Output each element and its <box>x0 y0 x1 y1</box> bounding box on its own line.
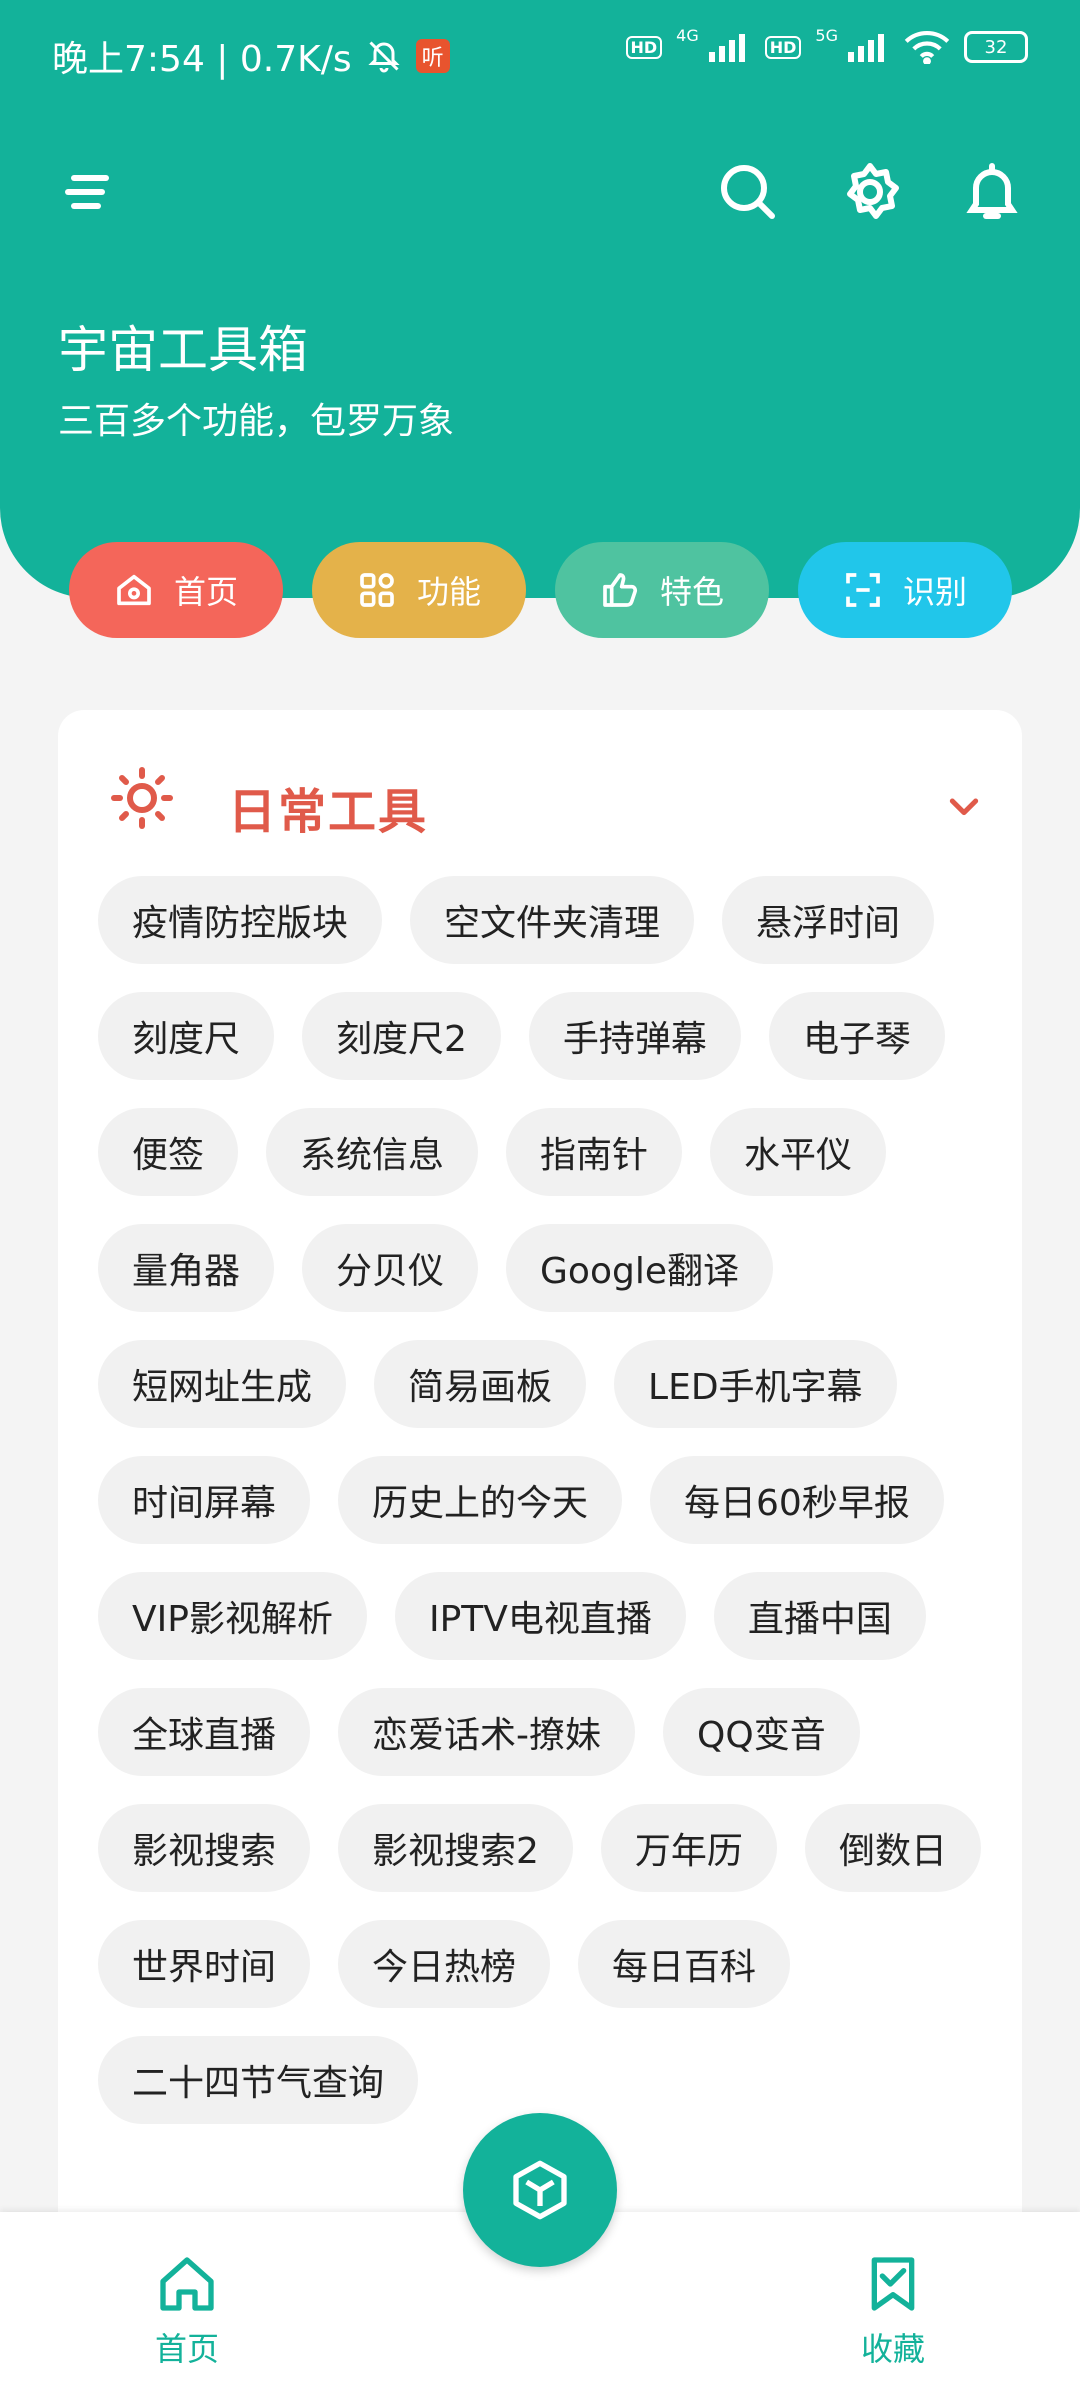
status-bar: 晚上7:54 | 0.7K/s 听 HD 4G HD 5G 32 <box>0 0 1080 110</box>
network-label: 5G <box>815 25 838 45</box>
tool-tag[interactable]: 倒数日 <box>804 1804 981 1892</box>
tool-tag[interactable]: 刻度尺2 <box>302 992 501 1080</box>
tool-tag[interactable]: 时间屏幕 <box>98 1456 311 1544</box>
tool-tag[interactable]: 影视搜索2 <box>338 1804 573 1892</box>
chevron-down-icon[interactable] <box>944 786 984 826</box>
wifi-icon <box>904 31 950 64</box>
tool-tag[interactable]: 影视搜索 <box>98 1804 311 1892</box>
sun-icon <box>111 767 173 829</box>
listen-badge-icon: 听 <box>415 39 450 73</box>
nav-home[interactable]: 首页 <box>112 2252 262 2370</box>
nav-favorites[interactable]: 收藏 <box>818 2252 968 2370</box>
grid-icon <box>360 573 394 607</box>
menu-icon[interactable] <box>58 160 122 224</box>
quick-nav-home[interactable]: 首页 <box>69 542 283 638</box>
tool-tag[interactable]: 万年历 <box>600 1804 777 1892</box>
tool-tag[interactable]: 刻度尺 <box>98 992 275 1080</box>
tool-tag[interactable]: 世界时间 <box>98 1920 311 2008</box>
tool-tag[interactable]: 手持弹幕 <box>528 992 741 1080</box>
nav-favorites-label: 收藏 <box>860 2330 925 2368</box>
tool-tag[interactable]: 直播中国 <box>713 1572 926 1660</box>
search-icon[interactable] <box>716 160 780 224</box>
tool-tag[interactable]: LED手机字幕 <box>614 1340 897 1428</box>
quick-nav-featured[interactable]: 特色 <box>555 542 769 638</box>
bell-icon[interactable] <box>960 160 1024 224</box>
app-title: 宇宙工具箱 <box>58 321 308 379</box>
tool-tag[interactable]: 指南针 <box>506 1108 683 1196</box>
bell-off-icon <box>367 41 400 73</box>
hd-badge: HD <box>764 35 802 59</box>
quick-nav-label: 功能 <box>416 573 481 611</box>
signal-icon <box>848 34 884 62</box>
signal-icon <box>708 34 745 62</box>
quick-nav-functions[interactable]: 功能 <box>312 542 526 638</box>
cube-icon <box>513 2160 567 2220</box>
tool-tag[interactable]: IPTV电视直播 <box>394 1572 686 1660</box>
home-icon <box>160 2257 214 2311</box>
tool-tag[interactable]: 简易画板 <box>374 1340 587 1428</box>
tool-tag[interactable]: 短网址生成 <box>98 1340 347 1428</box>
tool-tag[interactable]: 分贝仪 <box>302 1224 479 1312</box>
scan-icon <box>846 573 880 607</box>
quick-nav-label: 特色 <box>659 573 724 611</box>
tool-tag[interactable]: 二十四节气查询 <box>98 2036 419 2124</box>
status-time: 晚上7:54 | 0.7K/s <box>52 39 352 80</box>
tool-tag[interactable]: 全球直播 <box>98 1688 311 1776</box>
battery-indicator: 32 <box>964 31 1028 63</box>
bookmark-check-icon <box>871 2257 915 2311</box>
gear-icon[interactable] <box>838 160 902 224</box>
tool-tag[interactable]: 电子琴 <box>768 992 945 1080</box>
section-title: 日常工具 <box>228 784 429 840</box>
tool-tag[interactable]: 今日热榜 <box>338 1920 551 2008</box>
tool-tag[interactable]: 每日60秒早报 <box>650 1456 944 1544</box>
app-subtitle: 三百多个功能，包罗万象 <box>58 401 455 442</box>
thumbs-up-icon <box>603 573 638 607</box>
tool-tag[interactable]: 系统信息 <box>266 1108 479 1196</box>
daily-tools-card: 日常工具 疫情防控版块 空文件夹清理 悬浮时间刻度尺 刻度尺2 手持弹幕 电子琴便签 系统信… <box>58 710 1022 2350</box>
tool-tag[interactable]: 便签 <box>98 1108 239 1196</box>
tool-tag[interactable]: Google翻译 <box>506 1224 773 1312</box>
tool-tag[interactable]: 空文件夹清理 <box>410 876 695 964</box>
tool-tag[interactable]: 悬浮时间 <box>722 876 935 964</box>
hd-badge: HD <box>625 35 663 59</box>
tool-tag[interactable]: 恋爱话术-撩妹 <box>338 1688 636 1776</box>
quick-nav-label: 首页 <box>173 573 238 611</box>
tool-tag[interactable]: 量角器 <box>98 1224 275 1312</box>
tool-tag[interactable]: 历史上的今天 <box>338 1456 623 1544</box>
tool-tag[interactable]: QQ变音 <box>663 1688 860 1776</box>
tool-tag[interactable]: 疫情防控版块 <box>98 876 383 964</box>
home-icon <box>117 574 151 606</box>
center-action-button[interactable] <box>463 2113 617 2267</box>
quick-nav-label: 识别 <box>902 573 967 611</box>
quick-nav-recognize[interactable]: 识别 <box>798 542 1012 638</box>
tool-tag[interactable]: 每日百科 <box>578 1920 791 2008</box>
tool-tags: 疫情防控版块 空文件夹清理 悬浮时间刻度尺 刻度尺2 手持弹幕 电子琴便签 系统信息 指南针水… <box>98 876 1018 2124</box>
tool-tag[interactable]: VIP影视解析 <box>98 1572 367 1660</box>
network-label: 4G <box>676 25 699 45</box>
tool-tag[interactable]: 水平仪 <box>710 1108 887 1196</box>
nav-home-label: 首页 <box>154 2330 219 2368</box>
